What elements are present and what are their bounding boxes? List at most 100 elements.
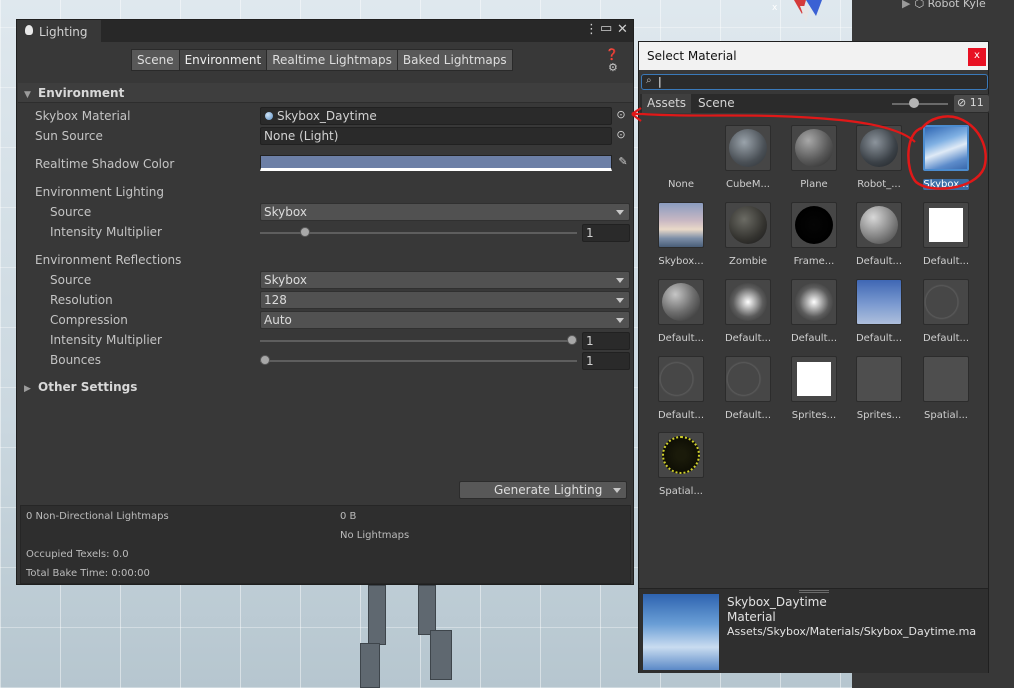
more-options-icon[interactable]: ⋮	[585, 22, 598, 37]
help-icon[interactable]: ❓	[605, 48, 619, 61]
material-label: Default...	[724, 333, 772, 344]
material-thumbnail	[725, 202, 771, 248]
bounces-track[interactable]	[260, 360, 577, 362]
lightmap-stats: 0 Non-Directional Lightmaps 0 B No Light…	[20, 505, 631, 584]
svg-text:x: x	[772, 3, 778, 13]
shadow-color-swatch[interactable]	[260, 155, 612, 171]
search-input[interactable]: ⌕ |	[641, 74, 988, 90]
tab-assets[interactable]: Assets	[642, 94, 692, 113]
material-thumbnail	[923, 202, 969, 248]
material-item[interactable]: Default...	[848, 279, 910, 344]
generate-lighting-button[interactable]: Generate Lighting	[459, 481, 627, 499]
maximize-icon[interactable]: ▭	[600, 21, 612, 36]
material-thumbnail	[923, 279, 969, 325]
eye-slash-icon: ⊘	[957, 96, 967, 109]
scene-gizmo[interactable]: x	[772, 0, 832, 26]
material-item[interactable]: Default...	[783, 279, 845, 344]
material-label: Sprites...	[856, 410, 902, 421]
object-picker-icon[interactable]: ⊙	[612, 127, 630, 145]
material-label: None	[667, 179, 695, 190]
material-item[interactable]: Default...	[717, 356, 779, 421]
material-item[interactable]: Default...	[650, 356, 712, 421]
expand-arrow-icon[interactable]: ▶	[902, 0, 910, 10]
text-cursor: |	[658, 75, 662, 88]
material-item[interactable]: None	[650, 125, 712, 190]
material-thumbnail	[791, 356, 837, 402]
sun-source-field[interactable]: None (Light)	[260, 127, 612, 145]
material-label: Default...	[724, 410, 772, 421]
reflection-intensity-thumb[interactable]	[567, 335, 577, 345]
hierarchy-item[interactable]: ▶ ⬡ Robot Kyle	[902, 0, 986, 10]
lighting-source-dropdown[interactable]: Skybox	[260, 203, 630, 221]
preview-resize-handle[interactable]	[799, 590, 829, 593]
eyedropper-icon[interactable]: ✎	[614, 154, 632, 172]
preview-name: Skybox_Daytime	[727, 595, 827, 609]
sphere	[795, 283, 833, 321]
material-item[interactable]: Default...	[848, 202, 910, 267]
tab-baked-lightmaps[interactable]: Baked Lightmaps	[396, 49, 513, 71]
hidden-packages-toggle[interactable]: ⊘ 11	[954, 95, 989, 112]
gear-icon[interactable]: ⚙	[608, 61, 618, 74]
reflection-intensity-input[interactable]: 1	[582, 332, 630, 350]
material-label: Default...	[855, 333, 903, 344]
material-item[interactable]: Robot_...	[848, 125, 910, 190]
white-swatch	[929, 208, 963, 242]
material-item[interactable]: Skybox...	[650, 202, 712, 267]
bounces-input[interactable]: 1	[582, 352, 630, 370]
lighting-source-label: Source	[50, 205, 92, 219]
material-item[interactable]: Default...	[915, 279, 977, 344]
material-item[interactable]: Spatial...	[650, 432, 712, 497]
material-thumbnail	[791, 202, 837, 248]
other-settings-header[interactable]: ▶ Other Settings	[18, 377, 633, 397]
reflection-intensity-track[interactable]	[260, 340, 577, 342]
reflection-source-label: Source	[50, 273, 92, 287]
material-label: Default...	[657, 410, 705, 421]
material-item[interactable]: Plane	[783, 125, 845, 190]
tab-scene[interactable]: Scene	[693, 94, 740, 113]
material-item[interactable]: Skybox...	[915, 125, 977, 190]
material-item[interactable]: Spatial...	[915, 356, 977, 421]
sphere	[729, 129, 767, 167]
expand-arrow-icon: ▶	[24, 384, 31, 394]
tab-scene[interactable]: Scene	[131, 49, 180, 71]
lighting-intensity-input[interactable]: 1	[582, 224, 630, 242]
material-label: Default...	[922, 256, 970, 267]
lighting-intensity-thumb[interactable]	[299, 227, 310, 237]
close-button[interactable]: x	[968, 48, 986, 66]
reflection-source-dropdown[interactable]: Skybox	[260, 271, 630, 289]
chevron-down-icon	[616, 278, 624, 283]
material-item[interactable]: Frame...	[783, 202, 845, 267]
chevron-down-icon[interactable]	[613, 488, 621, 493]
tab-environment[interactable]: Environment	[178, 49, 268, 71]
material-item[interactable]: Default...	[915, 202, 977, 267]
lighting-tab[interactable]: Lighting	[17, 20, 101, 42]
material-item[interactable]: Zombie	[717, 202, 779, 267]
material-item[interactable]: Sprites...	[783, 356, 845, 421]
close-icon[interactable]: ✕	[617, 22, 628, 37]
compression-dropdown[interactable]: Auto	[260, 311, 630, 329]
bounces-thumb[interactable]	[260, 355, 270, 365]
header-icons: ❓ ⚙	[605, 48, 633, 74]
material-thumbnail	[658, 202, 704, 248]
lighting-window: Lighting ⋮ ▭ ✕ Scene Environment Realtim…	[16, 19, 634, 585]
object-picker-icon[interactable]: ⊙	[612, 107, 630, 125]
material-item[interactable]: Sprites...	[848, 356, 910, 421]
skybox-material-label: Skybox Material	[35, 109, 131, 123]
material-item[interactable]: CubeM...	[717, 125, 779, 190]
material-thumbnail	[856, 356, 902, 402]
environment-section-header[interactable]: ▼ Environment	[18, 83, 633, 103]
material-label: Sprites...	[791, 410, 837, 421]
icon-size-thumb[interactable]	[909, 98, 919, 108]
sphere	[662, 436, 700, 474]
skybox-material-field[interactable]: Skybox_Daytime	[260, 107, 612, 125]
material-label: Plane	[800, 179, 828, 190]
material-item[interactable]: Default...	[717, 279, 779, 344]
lightmap-count: 0 Non-Directional Lightmaps	[26, 511, 169, 522]
total-bake-time: Total Bake Time: 0:00:00	[26, 568, 150, 579]
icon-size-slider[interactable]	[892, 103, 948, 105]
material-thumbnail	[658, 356, 704, 402]
material-thumbnail	[658, 279, 704, 325]
resolution-dropdown[interactable]: 128	[260, 291, 630, 309]
material-item[interactable]: Default...	[650, 279, 712, 344]
tab-realtime-lightmaps[interactable]: Realtime Lightmaps	[266, 49, 398, 71]
